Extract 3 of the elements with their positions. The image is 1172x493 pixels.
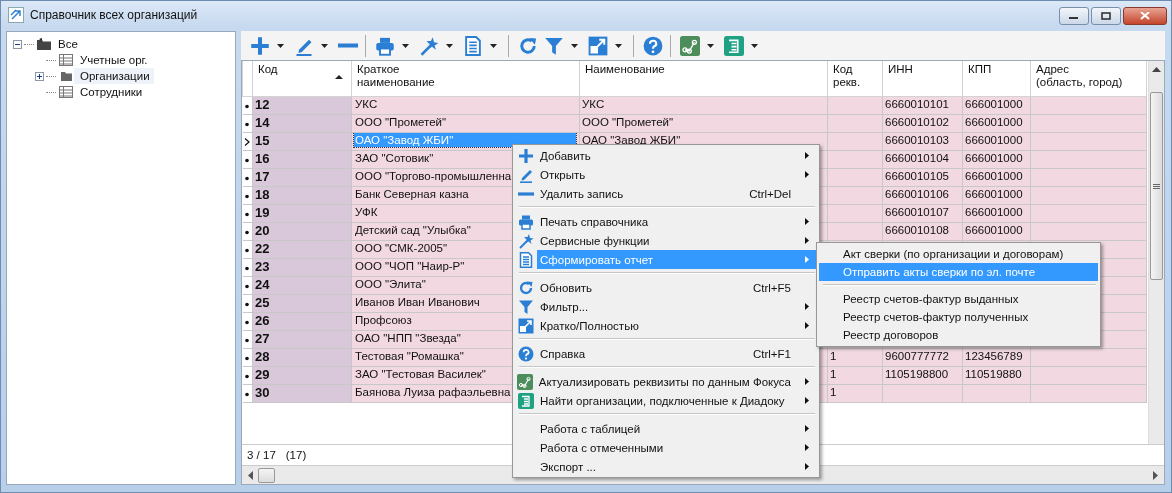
record-position: 3 / 17 — [247, 449, 276, 461]
record-count: (17) — [285, 449, 307, 461]
window-title: Справочник всех организаций — [30, 8, 199, 22]
